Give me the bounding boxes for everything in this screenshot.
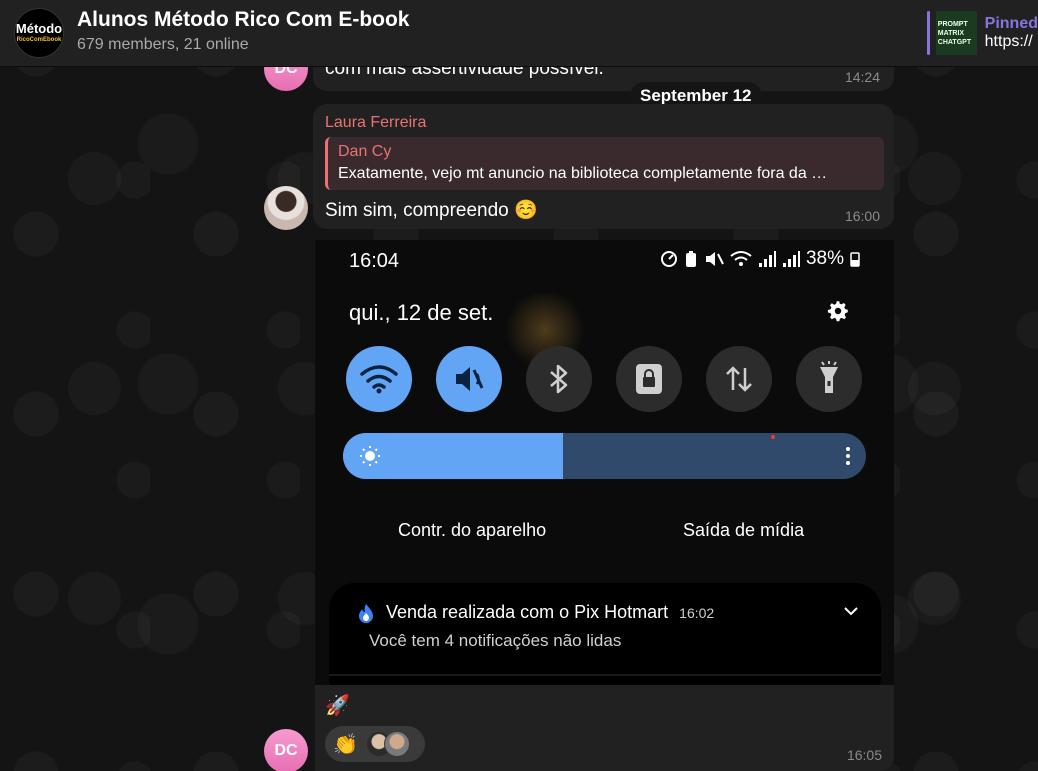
group-title[interactable]: Alunos Método Rico Com E-book	[77, 8, 409, 32]
signal-icon	[758, 251, 776, 267]
sender-name[interactable]: Laura Ferreira	[325, 114, 426, 132]
quick-setting-mobile-data[interactable]	[706, 346, 772, 412]
phone-clock: 16:04	[349, 250, 400, 272]
group-avatar-text: Método	[15, 21, 63, 36]
clap-emoji: 👏	[333, 733, 358, 756]
battery-percent: 38%	[805, 248, 844, 269]
message-text: Sim sim, compreendo ☺️	[325, 200, 538, 221]
reply-text: Exatamente, vejo mt anuncio na bibliotec…	[338, 165, 828, 182]
message-bubble-last[interactable]: 🚀 👏 16:05	[315, 685, 894, 771]
pinned-thumb-line: MATRIX	[937, 29, 965, 37]
avatar-initials: DC	[274, 60, 298, 77]
reply-sender-name: Dan Cy	[338, 143, 392, 160]
group-avatar-subtext: RicoComEbook	[16, 37, 62, 43]
media-output-button[interactable]: Saída de mídia	[683, 520, 804, 541]
wifi-icon	[360, 365, 398, 394]
pinned-thumbnail: PROMPT MATRIX CHATGPT	[935, 11, 977, 55]
notification-card[interactable]: Venda realizada com o Pix Hotmart 16:02 …	[329, 583, 881, 685]
message-time: 16:00	[844, 208, 880, 224]
pinned-message[interactable]: PROMPT MATRIX CHATGPT Pinned https://	[927, 10, 1038, 56]
device-control-button[interactable]: Contr. do aparelho	[398, 520, 546, 541]
quick-setting-rotation-lock[interactable]	[616, 346, 682, 412]
flame-icon	[359, 604, 373, 623]
reply-quote[interactable]: Dan Cy Exatamente, vejo mt anuncio na bi…	[325, 137, 884, 190]
group-avatar[interactable]: Método RicoComEbook	[14, 8, 64, 58]
brightness-icon	[360, 446, 380, 466]
avatar-initials: DC	[274, 742, 298, 759]
pinned-thumb-line: PROMPT	[937, 20, 968, 28]
quick-setting-flashlight[interactable]	[796, 346, 862, 412]
message-time: 16:05	[846, 747, 882, 763]
mute-icon	[456, 367, 484, 391]
user-avatar-laura[interactable]	[264, 186, 308, 230]
phone-date: qui., 12 de set.	[349, 300, 494, 325]
pinned-label: Pinned	[984, 15, 1038, 32]
message-time: 14:24	[844, 69, 880, 85]
user-avatar-dc[interactable]: DC	[264, 729, 308, 771]
wifi-status-icon	[730, 251, 752, 266]
pinned-thumb-line: CHATGPT	[937, 38, 972, 46]
flashlight-icon	[820, 361, 838, 393]
message-bubble-laura[interactable]: Laura Ferreira Dan Cy Exatamente, vejo m…	[313, 104, 894, 229]
reactor-avatar	[383, 731, 410, 757]
notification-title-row: Venda realizada com o Pix Hotmart 16:02	[386, 602, 714, 623]
more-options-icon[interactable]	[846, 446, 850, 466]
quick-setting-mute[interactable]	[436, 346, 502, 412]
screenshot-image[interactable]: 16:04 38% qui., 12 de set. Contr. do apa…	[315, 240, 894, 685]
group-member-count: 679 members, 21 online	[77, 36, 249, 53]
quick-setting-wifi[interactable]	[346, 346, 412, 412]
phone-status-bar: 38%	[660, 248, 860, 270]
chevron-down-icon[interactable]	[843, 605, 859, 617]
notification-time: 16:02	[679, 605, 715, 621]
user-avatar-dc[interactable]: DC	[264, 47, 308, 91]
message-text: com mais assertividade possível.	[325, 58, 604, 79]
lock-rotation-icon	[636, 364, 662, 394]
data-saver-icon	[660, 251, 677, 267]
battery-saver-icon	[685, 251, 696, 267]
bluetooth-icon	[550, 364, 568, 394]
brightness-slider[interactable]	[343, 433, 866, 479]
red-indicator-dot	[771, 435, 775, 439]
reaction-chip[interactable]: 👏	[325, 726, 425, 762]
signal-icon-2	[782, 251, 800, 267]
notification-title: Venda realizada com o Pix Hotmart	[386, 602, 669, 622]
quick-setting-bluetooth[interactable]	[526, 346, 592, 412]
data-transfer-icon	[726, 366, 752, 392]
message-bubble[interactable]: com mais assertividade possível. 14:24	[313, 50, 894, 91]
mute-status-icon	[705, 252, 724, 266]
rocket-emoji: 🚀	[325, 695, 350, 717]
pinned-link[interactable]: https://	[985, 33, 1038, 51]
gear-icon[interactable]	[825, 298, 851, 324]
pinned-indicator	[927, 11, 930, 55]
notification-divider	[329, 674, 881, 676]
battery-icon	[850, 252, 860, 267]
notification-subtitle: Você tem 4 notificações não lidas	[369, 631, 622, 650]
